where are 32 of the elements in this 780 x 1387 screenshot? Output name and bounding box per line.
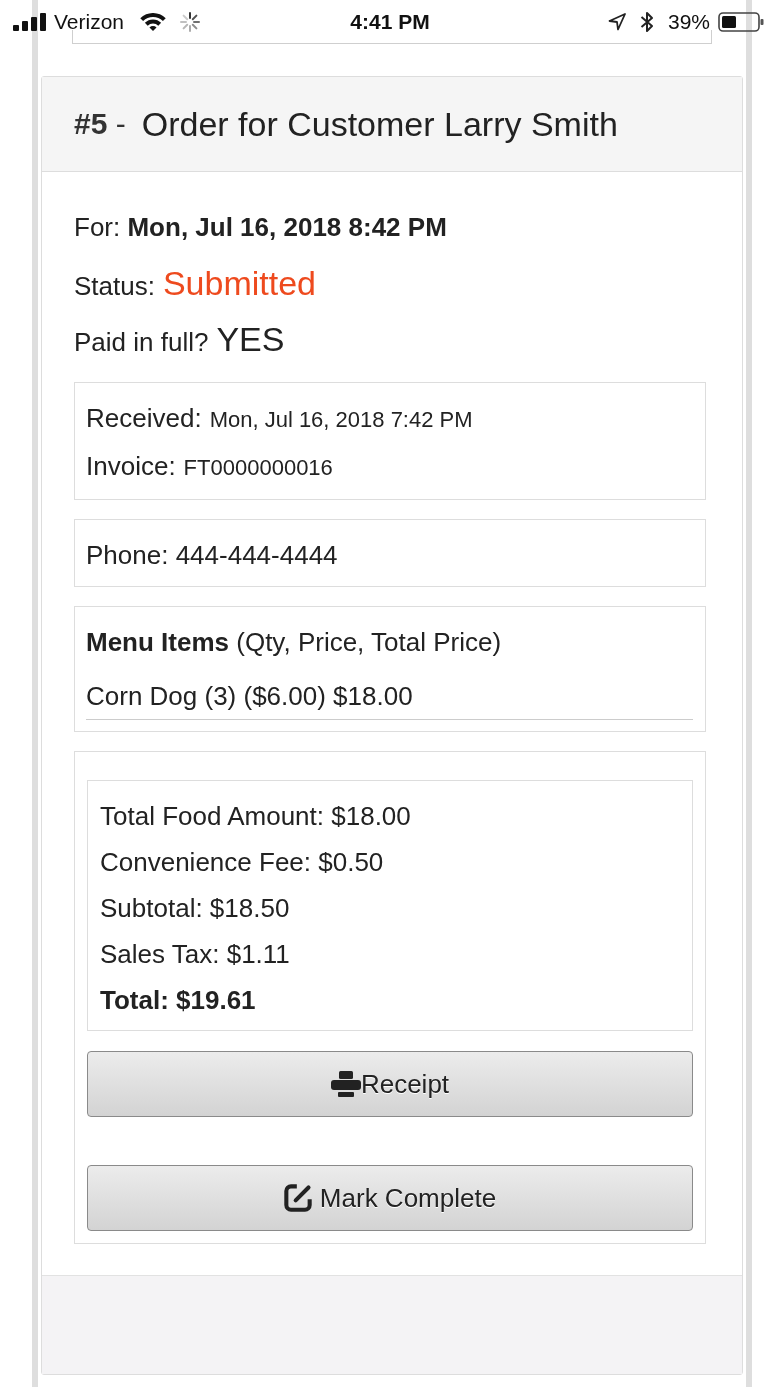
total-line: Total Food Amount: $18.00 (100, 800, 412, 833)
printer-icon (330, 1071, 361, 1097)
status-label: Status: (74, 271, 155, 301)
total-line: Subtotal: $18.50 (100, 892, 291, 925)
detail-label: Invoice: (86, 451, 176, 481)
battery-icon (718, 12, 764, 32)
wifi-icon (140, 13, 167, 31)
paid-label: Paid in full? (74, 327, 209, 357)
total-line: Convenience Fee: $0.50 (100, 846, 385, 879)
battery-percent: 39% (667, 10, 710, 34)
carrier-name: Verizon (54, 10, 125, 34)
menu-heading: Menu Items (Qty, Price, Total Price) (86, 626, 503, 659)
complete-button[interactable]: Mark Complete (87, 1165, 693, 1231)
detail-text: Phone: 444-444-4444 (86, 539, 339, 572)
bluetooth-icon (639, 11, 654, 33)
receipt-button[interactable]: Receipt (87, 1051, 693, 1117)
status-value: Submitted (162, 264, 317, 302)
detail-label: Received: (86, 403, 202, 433)
total-line: Sales Tax: $1.11 (100, 938, 291, 971)
order-for-text: For: Mon, Jul 16, 2018 8:42 PM (74, 211, 448, 244)
detail-value: FT0000000016 (183, 455, 333, 480)
grand-total: Total: $19.61 (100, 984, 257, 1017)
menu-item: Corn Dog (3) ($6.00) $18.00 (86, 674, 693, 720)
order-number: #5 - (74, 107, 126, 141)
location-arrow-icon (607, 13, 626, 31)
spinner-icon (180, 12, 201, 32)
paid-value: YES (216, 320, 285, 358)
detail-value: Mon, Jul 16, 2018 7:42 PM (209, 407, 473, 432)
order-title: Order for Customer Larry Smith (141, 104, 618, 144)
clock-time: 4:41 PM (350, 10, 430, 34)
signal-icon (13, 13, 46, 31)
edit-icon (283, 1184, 312, 1212)
